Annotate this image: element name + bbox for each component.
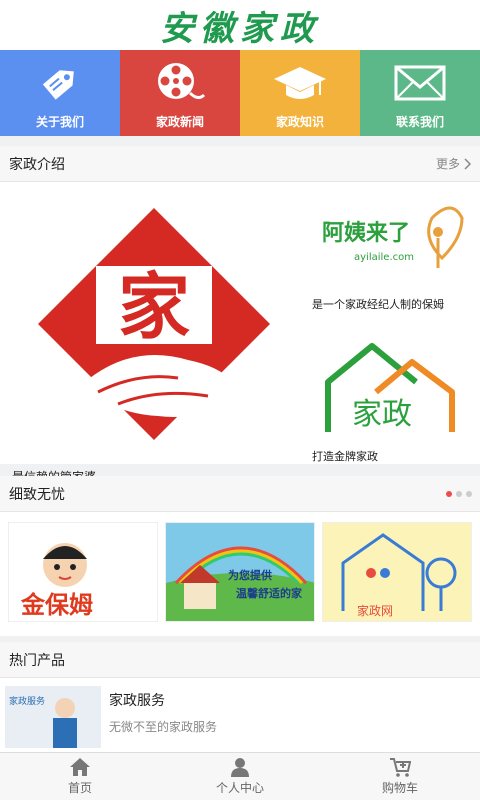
app-header: 安徽家政 <box>0 0 480 50</box>
tab-home-label: 首页 <box>67 781 92 795</box>
tab-cart[interactable]: 购物车 <box>320 753 480 800</box>
carousel-dot[interactable] <box>466 490 472 497</box>
intro-side-card-1[interactable]: 阿姨来了 ayilaile.com 是一个家政经纪人制的保姆 <box>312 188 472 312</box>
slide-2-line1: 为您提供 <box>228 568 272 582</box>
intro-more-link[interactable]: 更多 <box>436 155 472 172</box>
app-logo-title: 安徽家政 <box>160 8 320 49</box>
house-logo: 家政 <box>312 332 472 440</box>
nav-about-button[interactable]: 关于我们 <box>0 50 120 136</box>
intro-side-caption-1: 是一个家政经纪人制的保姆 <box>312 298 444 311</box>
slide-1-text: 金保姆 <box>20 591 93 619</box>
envelope-icon <box>392 55 448 111</box>
intro-side-card-2[interactable]: 家政 打造金牌家政 <box>312 332 472 464</box>
nav-news-button[interactable]: 家政新闻 <box>120 50 240 136</box>
ayilaile-logo: 阿姨来了 ayilaile.com <box>312 188 472 288</box>
intro-section: 家政介绍 更多 家 最信赖的管家婆 阿姨来了 ayilaile.com <box>0 146 480 484</box>
ayilaile-sub: ayilaile.com <box>354 252 414 263</box>
nav-contact-button[interactable]: 联系我们 <box>360 50 480 136</box>
carousel-slide[interactable]: 为您提供 温馨舒适的家 <box>165 522 315 622</box>
logo-char: 家 <box>118 264 190 349</box>
intro-header: 家政介绍 更多 <box>0 146 480 182</box>
intro-title: 家政介绍 <box>9 156 65 173</box>
bottom-tab-bar: 首页 个人中心 购物车 <box>0 752 480 800</box>
tab-user-center[interactable]: 个人中心 <box>160 753 320 800</box>
family-handshake-logo: 家 <box>38 208 270 440</box>
nav-knowledge-button[interactable]: 家政知识 <box>240 50 360 136</box>
slide-2-line2: 温馨舒适的家 <box>236 586 303 600</box>
nav-about-label: 关于我们 <box>35 115 84 129</box>
nav-grid: 关于我们 家政新闻 家政知识 联系我们 <box>0 50 480 136</box>
slide-3-text: 家政网 <box>357 603 393 618</box>
carousel-dot[interactable] <box>456 490 462 497</box>
tab-user-center-label: 个人中心 <box>215 781 264 795</box>
hot-products-header: 热门产品 <box>0 642 480 678</box>
graduation-cap-icon <box>272 55 328 111</box>
nav-contact-label: 联系我们 <box>395 115 444 129</box>
cart-icon <box>390 758 411 777</box>
intro-main-card[interactable]: 家 <box>8 192 300 458</box>
carousel-slide[interactable]: 家政网 <box>322 522 472 622</box>
film-reel-icon <box>152 55 208 111</box>
more-label: 更多 <box>435 157 460 171</box>
carousel-dots[interactable] <box>446 490 472 497</box>
hot-products-title: 热门产品 <box>9 652 65 669</box>
user-icon <box>231 758 249 777</box>
worry-free-title: 细致无忧 <box>9 486 65 503</box>
tab-home[interactable]: 首页 <box>0 753 160 800</box>
worry-free-section: 细致无忧 金保姆 为您提供 温馨舒适的家 家政网 <box>0 476 480 636</box>
house-logo-text: 家政 <box>352 397 412 432</box>
product-thumbnail: 家政服务 <box>5 686 101 748</box>
tag-icon <box>32 55 88 111</box>
product-name: 家政服务 <box>109 693 165 709</box>
nav-knowledge-label: 家政知识 <box>275 115 324 129</box>
tab-cart-label: 购物车 <box>381 781 418 795</box>
intro-side-caption-2: 打造金牌家政 <box>312 450 378 463</box>
worry-free-header: 细致无忧 <box>0 476 480 512</box>
chevron-right-icon <box>464 157 472 170</box>
product-item[interactable]: 家政服务 家政服务 无微不至的家政服务 <box>0 678 480 756</box>
home-icon <box>70 758 90 776</box>
ayilaile-title: 阿姨来了 <box>322 221 410 246</box>
carousel-slide[interactable]: 金保姆 <box>8 522 158 622</box>
carousel-dot[interactable] <box>446 490 452 497</box>
product-description: 无微不至的家政服务 <box>109 720 218 734</box>
nav-news-label: 家政新闻 <box>155 115 204 129</box>
hot-products-section: 热门产品 家政服务 家政服务 无微不至的家政服务 <box>0 642 480 752</box>
carousel-slides: 金保姆 为您提供 温馨舒适的家 家政网 <box>0 512 480 622</box>
product-thumb-text: 家政服务 <box>9 695 45 707</box>
